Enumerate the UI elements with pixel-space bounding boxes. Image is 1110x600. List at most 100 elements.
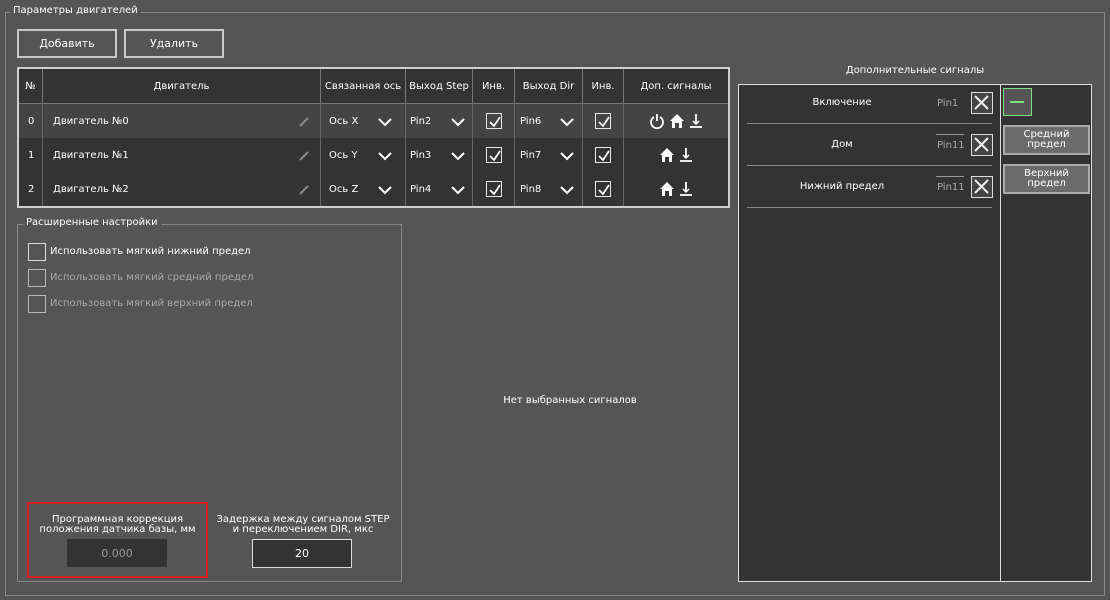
correction-label: Программная коррекция положения датчика … [39, 514, 196, 535]
header-dir[interactable]: Выход Dir [515, 69, 583, 103]
lower-limit-icon [679, 181, 693, 197]
axis-value: Ось Y [329, 149, 358, 161]
table-row[interactable]: 2 Двигатель №2 Ось Z Pin4 Pin8 [19, 172, 728, 206]
step-invert-cell [473, 172, 515, 206]
signal-label: Включение [812, 97, 872, 108]
edit-pencil-icon[interactable] [298, 116, 310, 128]
step-output-select[interactable]: Pin3 [406, 138, 473, 172]
soft-upper-limit-checkbox[interactable] [28, 295, 46, 313]
extra-signals-cell[interactable] [624, 138, 728, 172]
step-invert-cell [473, 138, 515, 172]
correction-input[interactable]: 0.000 [67, 539, 167, 567]
step-output-value: Pin2 [410, 115, 432, 127]
axis-value: Ось X [329, 115, 359, 127]
table-row[interactable]: 1 Двигатель №1 Ось Y Pin3 Pin7 [19, 138, 728, 172]
motor-params-title: Параметры двигателей [10, 5, 141, 16]
header-step-inv[interactable]: Инв. [473, 69, 515, 103]
soft-lower-limit-label[interactable]: Использовать мягкий нижний предел [50, 246, 251, 257]
signal-row[interactable]: Нижний предел Pin11 [747, 168, 993, 208]
dir-invert-checkbox[interactable] [595, 113, 611, 129]
table-row[interactable]: 0 Двигатель №0 Ось X Pin2 Pin6 [19, 104, 728, 138]
available-signal-middle-limit[interactable]: Средний предел [1003, 125, 1090, 155]
remove-signal-button[interactable] [1003, 88, 1032, 116]
minus-icon [1010, 101, 1024, 103]
chevron-down-icon [451, 151, 465, 161]
signal-pin[interactable]: Pin11 [937, 182, 965, 193]
dir-invert-cell [583, 172, 624, 206]
extra-signals-cell[interactable] [624, 104, 728, 138]
lower-limit-icon [689, 113, 703, 129]
chevron-down-icon [560, 185, 574, 195]
chevron-down-icon [378, 185, 392, 195]
dir-output-select[interactable]: Pin7 [515, 138, 583, 172]
edit-pencil-icon[interactable] [298, 150, 310, 162]
table-header: № Двигатель Связанная ось Выход Step Инв… [19, 69, 728, 104]
step-invert-checkbox[interactable] [485, 181, 502, 197]
soft-lower-limit-checkbox[interactable] [28, 243, 46, 261]
extra-signals-cell[interactable] [624, 172, 728, 206]
header-step[interactable]: Выход Step [406, 69, 473, 103]
signal-row[interactable]: Дом Pin11 [747, 126, 993, 166]
header-axis[interactable]: Связанная ось [321, 69, 406, 103]
signal-pin[interactable]: Pin1 [937, 98, 958, 109]
close-icon[interactable] [971, 92, 993, 114]
header-dir-inv[interactable]: Инв. [583, 69, 624, 103]
dir-invert-cell [583, 104, 624, 138]
row-number: 1 [19, 138, 43, 172]
edit-pencil-icon[interactable] [298, 184, 310, 196]
header-motor[interactable]: Двигатель [43, 69, 321, 103]
soft-middle-limit-checkbox[interactable] [28, 269, 46, 287]
dir-output-select[interactable]: Pin8 [515, 172, 583, 206]
advanced-settings-title: Расширенные настройки [23, 217, 161, 228]
step-invert-cell [473, 104, 515, 138]
available-signals-list [1001, 84, 1092, 582]
axis-select[interactable]: Ось Y [321, 138, 406, 172]
dir-invert-checkbox[interactable] [595, 181, 611, 197]
axis-select[interactable]: Ось Z [321, 172, 406, 206]
chevron-down-icon [378, 151, 392, 161]
header-extra-signals[interactable]: Доп. сигналы [624, 69, 728, 103]
soft-upper-limit-label[interactable]: Использовать мягкий верхний предел [50, 298, 253, 309]
dir-invert-cell [583, 138, 624, 172]
power-icon [649, 113, 665, 129]
header-number[interactable]: № [19, 69, 43, 103]
motor-name[interactable]: Двигатель №0 [43, 104, 321, 138]
soft-middle-limit-label[interactable]: Использовать мягкий средний предел [50, 272, 253, 283]
axis-value: Ось Z [329, 183, 359, 195]
motor-name[interactable]: Двигатель №1 [43, 138, 321, 172]
signal-label: Нижний предел [799, 181, 885, 192]
motor-name-text: Двигатель №0 [53, 115, 129, 127]
step-invert-checkbox[interactable] [485, 113, 502, 129]
motors-table: № Двигатель Связанная ось Выход Step Инв… [17, 67, 730, 208]
axis-select[interactable]: Ось X [321, 104, 406, 138]
motor-name[interactable]: Двигатель №2 [43, 172, 321, 206]
close-icon[interactable] [971, 134, 993, 156]
signal-pin[interactable]: Pin11 [937, 140, 965, 151]
delay-input[interactable]: 20 [252, 539, 352, 568]
home-icon [669, 113, 685, 129]
home-icon [659, 147, 675, 163]
remove-button[interactable]: Удалить [124, 29, 224, 58]
chevron-down-icon [560, 151, 574, 161]
dir-invert-checkbox[interactable] [595, 147, 611, 163]
chevron-down-icon [560, 117, 574, 127]
row-number: 0 [19, 104, 43, 138]
row-number: 2 [19, 172, 43, 206]
step-output-select[interactable]: Pin2 [406, 104, 473, 138]
signal-row[interactable]: Включение Pin1 [747, 84, 993, 124]
signal-label: Дом [831, 139, 853, 150]
home-icon [659, 181, 675, 197]
step-invert-checkbox[interactable] [485, 147, 502, 163]
close-icon[interactable] [971, 176, 993, 198]
available-signal-upper-limit[interactable]: Верхний предел [1003, 164, 1090, 194]
chevron-down-icon [451, 117, 465, 127]
pin-underline [936, 134, 964, 135]
dir-output-select[interactable]: Pin6 [515, 104, 583, 138]
step-output-select[interactable]: Pin4 [406, 172, 473, 206]
pin-underline [936, 176, 964, 177]
add-button[interactable]: Добавить [17, 29, 117, 58]
no-signals-text: Нет выбранных сигналов [503, 395, 637, 406]
step-output-value: Pin3 [410, 149, 432, 161]
dir-output-value: Pin7 [520, 149, 542, 161]
chevron-down-icon [451, 185, 465, 195]
